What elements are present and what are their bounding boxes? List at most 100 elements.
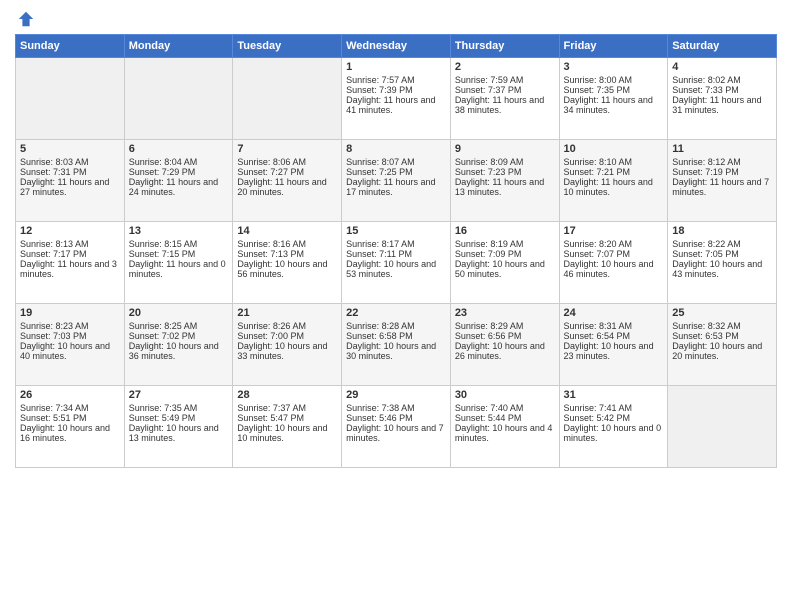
- day-number: 15: [346, 225, 446, 237]
- calendar-cell: 2 Sunrise: 7:59 AMSunset: 7:37 PMDaylight…: [450, 58, 559, 140]
- calendar-cell: 12Sunrise: 8:13 AMSunset: 7:17 PMDayligh…: [16, 222, 125, 304]
- calendar-cell: 5Sunrise: 8:03 AMSunset: 7:31 PMDaylight…: [16, 140, 125, 222]
- cell-text: Sunset: 7:35 PM: [564, 85, 664, 95]
- cell-text: Sunset: 7:11 PM: [346, 249, 446, 259]
- cell-text: Daylight: 11 hours and 38 minutes.: [455, 95, 555, 115]
- day-number: 23: [455, 307, 555, 319]
- day-number: 24: [564, 307, 664, 319]
- cell-text: Daylight: 11 hours and 13 minutes.: [455, 177, 555, 197]
- calendar-cell: 24 Sunrise: 8:31 AMSunset: 6:54 PMDayligh…: [559, 304, 668, 386]
- cell-text: Sunrise: 7:41 AM: [564, 403, 664, 413]
- cell-text: Sunrise: 7:38 AM: [346, 403, 446, 413]
- calendar-cell: 6Sunrise: 8:04 AMSunset: 7:29 PMDaylight…: [124, 140, 233, 222]
- cell-text: Sunset: 5:44 PM: [455, 413, 555, 423]
- cell-text: Sunset: 6:54 PM: [564, 331, 664, 341]
- day-number: 19: [20, 307, 120, 319]
- cell-text: Sunset: 5:46 PM: [346, 413, 446, 423]
- cell-text: Daylight: 10 hours and 13 minutes.: [129, 423, 229, 443]
- week-row-5: 26Sunrise: 7:34 AMSunset: 5:51 PMDayligh…: [16, 386, 777, 468]
- cell-text: Sunset: 7:37 PM: [455, 85, 555, 95]
- cell-text: Sunset: 6:53 PM: [672, 331, 772, 341]
- cell-text: Sunset: 7:17 PM: [20, 249, 120, 259]
- day-number: 1: [346, 61, 446, 73]
- day-number: 18: [672, 225, 772, 237]
- cell-text: Daylight: 10 hours and 43 minutes.: [672, 259, 772, 279]
- cell-text: Sunset: 7:09 PM: [455, 249, 555, 259]
- calendar-cell: 8Sunrise: 8:07 AMSunset: 7:25 PMDaylight…: [342, 140, 451, 222]
- calendar-cell: 22Sunrise: 8:28 AMSunset: 6:58 PMDayligh…: [342, 304, 451, 386]
- day-number: 11: [672, 143, 772, 155]
- cell-text: Daylight: 10 hours and 0 minutes.: [564, 423, 664, 443]
- cell-text: Sunrise: 7:35 AM: [129, 403, 229, 413]
- calendar-cell: 21Sunrise: 8:26 AMSunset: 7:00 PMDayligh…: [233, 304, 342, 386]
- cell-text: Daylight: 11 hours and 24 minutes.: [129, 177, 229, 197]
- day-header-monday: Monday: [124, 35, 233, 58]
- cell-text: Sunrise: 7:37 AM: [237, 403, 337, 413]
- logo-icon: [17, 10, 35, 28]
- day-number: 31: [564, 389, 664, 401]
- calendar-cell: 19Sunrise: 8:23 AMSunset: 7:03 PMDayligh…: [16, 304, 125, 386]
- cell-text: Sunset: 7:03 PM: [20, 331, 120, 341]
- calendar-cell: 4Sunrise: 8:02 AMSunset: 7:33 PMDaylight…: [668, 58, 777, 140]
- cell-text: Sunrise: 8:19 AM: [455, 239, 555, 249]
- cell-text: Daylight: 11 hours and 27 minutes.: [20, 177, 120, 197]
- cell-text: Sunrise: 8:17 AM: [346, 239, 446, 249]
- day-header-tuesday: Tuesday: [233, 35, 342, 58]
- cell-text: Sunset: 5:42 PM: [564, 413, 664, 423]
- day-number: 13: [129, 225, 229, 237]
- day-number: 3: [564, 61, 664, 73]
- cell-text: Sunrise: 8:23 AM: [20, 321, 120, 331]
- day-header-saturday: Saturday: [668, 35, 777, 58]
- calendar-cell: 29Sunrise: 7:38 AMSunset: 5:46 PMDayligh…: [342, 386, 451, 468]
- day-number: 6: [129, 143, 229, 155]
- cell-text: Sunrise: 8:16 AM: [237, 239, 337, 249]
- cell-text: Daylight: 10 hours and 4 minutes.: [455, 423, 555, 443]
- calendar-cell: 25Sunrise: 8:32 AMSunset: 6:53 PMDayligh…: [668, 304, 777, 386]
- cell-text: Sunset: 7:25 PM: [346, 167, 446, 177]
- day-number: 5: [20, 143, 120, 155]
- day-number: 2: [455, 61, 555, 73]
- cell-text: Daylight: 10 hours and 56 minutes.: [237, 259, 337, 279]
- calendar-container: SundayMondayTuesdayWednesdayThursdayFrid…: [0, 0, 792, 478]
- calendar-cell: 30Sunrise: 7:40 AMSunset: 5:44 PMDayligh…: [450, 386, 559, 468]
- cell-text: Sunrise: 8:22 AM: [672, 239, 772, 249]
- cell-text: Sunset: 7:00 PM: [237, 331, 337, 341]
- day-number: 8: [346, 143, 446, 155]
- cell-text: Daylight: 10 hours and 33 minutes.: [237, 341, 337, 361]
- day-number: 22: [346, 307, 446, 319]
- cell-text: Daylight: 10 hours and 23 minutes.: [564, 341, 664, 361]
- day-number: 10: [564, 143, 664, 155]
- cell-text: Sunrise: 8:31 AM: [564, 321, 664, 331]
- day-number: 27: [129, 389, 229, 401]
- cell-text: Sunrise: 8:29 AM: [455, 321, 555, 331]
- cell-text: Sunrise: 8:25 AM: [129, 321, 229, 331]
- cell-text: Sunrise: 7:59 AM: [455, 75, 555, 85]
- cell-text: Daylight: 11 hours and 3 minutes.: [20, 259, 120, 279]
- week-row-2: 5Sunrise: 8:03 AMSunset: 7:31 PMDaylight…: [16, 140, 777, 222]
- calendar-cell: 3Sunrise: 8:00 AMSunset: 7:35 PMDaylight…: [559, 58, 668, 140]
- cell-text: Sunset: 5:47 PM: [237, 413, 337, 423]
- cell-text: Sunset: 7:31 PM: [20, 167, 120, 177]
- calendar-cell: 20Sunrise: 8:25 AMSunset: 7:02 PMDayligh…: [124, 304, 233, 386]
- cell-text: Sunset: 7:02 PM: [129, 331, 229, 341]
- cell-text: Daylight: 10 hours and 30 minutes.: [346, 341, 446, 361]
- cell-text: Sunset: 5:49 PM: [129, 413, 229, 423]
- cell-text: Sunrise: 8:32 AM: [672, 321, 772, 331]
- cell-text: Sunrise: 8:04 AM: [129, 157, 229, 167]
- calendar-cell: 26Sunrise: 7:34 AMSunset: 5:51 PMDayligh…: [16, 386, 125, 468]
- day-number: 17: [564, 225, 664, 237]
- cell-text: Daylight: 11 hours and 10 minutes.: [564, 177, 664, 197]
- cell-text: Sunrise: 8:13 AM: [20, 239, 120, 249]
- cell-text: Daylight: 10 hours and 36 minutes.: [129, 341, 229, 361]
- calendar-cell: 28Sunrise: 7:37 AMSunset: 5:47 PMDayligh…: [233, 386, 342, 468]
- day-number: 14: [237, 225, 337, 237]
- calendar-cell: 31 Sunrise: 7:41 AMSunset: 5:42 PMDayligh…: [559, 386, 668, 468]
- day-number: 30: [455, 389, 555, 401]
- day-number: 4: [672, 61, 772, 73]
- cell-text: Daylight: 10 hours and 10 minutes.: [237, 423, 337, 443]
- cell-text: Daylight: 11 hours and 41 minutes.: [346, 95, 446, 115]
- cell-text: Sunset: 7:23 PM: [455, 167, 555, 177]
- day-header-friday: Friday: [559, 35, 668, 58]
- calendar-cell: 13Sunrise: 8:15 AMSunset: 7:15 PMDayligh…: [124, 222, 233, 304]
- cell-text: Daylight: 11 hours and 0 minutes.: [129, 259, 229, 279]
